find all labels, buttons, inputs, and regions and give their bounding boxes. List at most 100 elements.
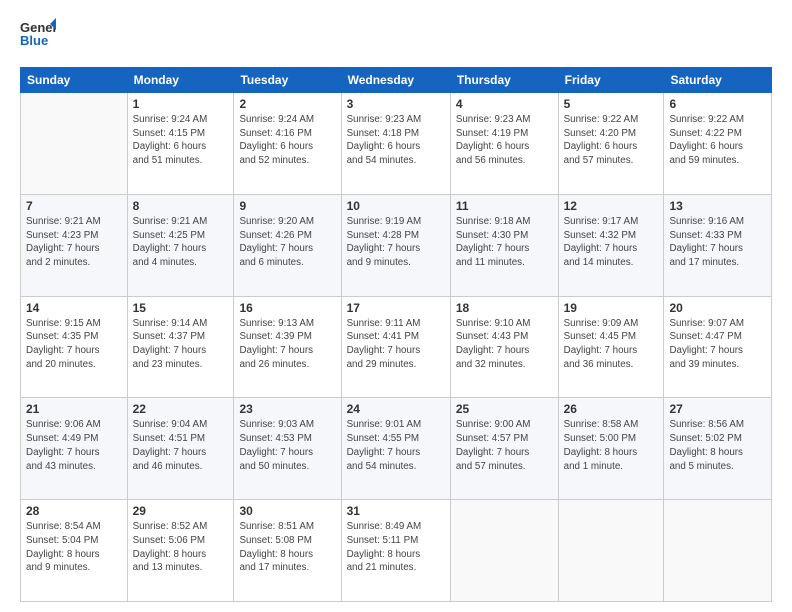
- day-number: 20: [669, 301, 766, 315]
- day-info: Sunrise: 9:14 AMSunset: 4:37 PMDaylight:…: [133, 317, 229, 372]
- day-info: Sunrise: 9:20 AMSunset: 4:26 PMDaylight:…: [239, 215, 335, 270]
- day-number: 26: [564, 402, 659, 416]
- day-info: Sunrise: 9:16 AMSunset: 4:33 PMDaylight:…: [669, 215, 766, 270]
- day-cell: [450, 500, 558, 602]
- day-cell: 17 Sunrise: 9:11 AMSunset: 4:41 PMDayligh…: [341, 296, 450, 398]
- day-number: 14: [26, 301, 122, 315]
- week-row-3: 14 Sunrise: 9:15 AMSunset: 4:35 PMDayligh…: [21, 296, 772, 398]
- weekday-header-thursday: Thursday: [450, 68, 558, 93]
- day-cell: 28 Sunrise: 8:54 AMSunset: 5:04 PMDayligh…: [21, 500, 128, 602]
- day-info: Sunrise: 9:23 AMSunset: 4:19 PMDaylight:…: [456, 113, 553, 168]
- day-info: Sunrise: 9:03 AMSunset: 4:53 PMDaylight:…: [239, 418, 335, 473]
- day-cell: 9 Sunrise: 9:20 AMSunset: 4:26 PMDaylight…: [234, 194, 341, 296]
- day-number: 18: [456, 301, 553, 315]
- day-info: Sunrise: 8:52 AMSunset: 5:06 PMDaylight:…: [133, 520, 229, 575]
- day-cell: [664, 500, 772, 602]
- day-cell: [558, 500, 664, 602]
- day-info: Sunrise: 9:07 AMSunset: 4:47 PMDaylight:…: [669, 317, 766, 372]
- day-info: Sunrise: 9:24 AMSunset: 4:15 PMDaylight:…: [133, 113, 229, 168]
- day-number: 31: [347, 504, 445, 518]
- logo-icon: General Blue: [20, 16, 56, 57]
- calendar-table: SundayMondayTuesdayWednesdayThursdayFrid…: [20, 67, 772, 602]
- day-info: Sunrise: 8:58 AMSunset: 5:00 PMDaylight:…: [564, 418, 659, 473]
- day-number: 3: [347, 97, 445, 111]
- day-info: Sunrise: 9:24 AMSunset: 4:16 PMDaylight:…: [239, 113, 335, 168]
- day-number: 11: [456, 199, 553, 213]
- day-cell: 14 Sunrise: 9:15 AMSunset: 4:35 PMDayligh…: [21, 296, 128, 398]
- day-info: Sunrise: 9:22 AMSunset: 4:20 PMDaylight:…: [564, 113, 659, 168]
- day-info: Sunrise: 9:21 AMSunset: 4:25 PMDaylight:…: [133, 215, 229, 270]
- day-cell: 30Sunrise: 8:51 AMSunset: 5:08 PMDayligh…: [234, 500, 341, 602]
- week-row-5: 28 Sunrise: 8:54 AMSunset: 5:04 PMDayligh…: [21, 500, 772, 602]
- day-info: Sunrise: 9:09 AMSunset: 4:45 PMDaylight:…: [564, 317, 659, 372]
- day-cell: 3 Sunrise: 9:23 AMSunset: 4:18 PMDaylight…: [341, 93, 450, 195]
- svg-text:Blue: Blue: [20, 33, 48, 48]
- day-number: 17: [347, 301, 445, 315]
- day-cell: 13 Sunrise: 9:16 AMSunset: 4:33 PMDayligh…: [664, 194, 772, 296]
- day-number: 8: [133, 199, 229, 213]
- day-cell: 7Sunrise: 9:21 AMSunset: 4:23 PMDaylight…: [21, 194, 128, 296]
- weekday-header-tuesday: Tuesday: [234, 68, 341, 93]
- day-cell: [21, 93, 128, 195]
- weekday-header-sunday: Sunday: [21, 68, 128, 93]
- week-row-1: 1Sunrise: 9:24 AMSunset: 4:15 PMDaylight…: [21, 93, 772, 195]
- week-row-2: 7Sunrise: 9:21 AMSunset: 4:23 PMDaylight…: [21, 194, 772, 296]
- day-cell: 11 Sunrise: 9:18 AMSunset: 4:30 PMDayligh…: [450, 194, 558, 296]
- day-cell: 27 Sunrise: 8:56 AMSunset: 5:02 PMDayligh…: [664, 398, 772, 500]
- day-number: 16: [239, 301, 335, 315]
- day-cell: 25 Sunrise: 9:00 AMSunset: 4:57 PMDayligh…: [450, 398, 558, 500]
- day-number: 30: [239, 504, 335, 518]
- day-cell: 24Sunrise: 9:01 AMSunset: 4:55 PMDayligh…: [341, 398, 450, 500]
- day-cell: 8 Sunrise: 9:21 AMSunset: 4:25 PMDaylight…: [127, 194, 234, 296]
- day-info: Sunrise: 9:18 AMSunset: 4:30 PMDaylight:…: [456, 215, 553, 270]
- day-number: 25: [456, 402, 553, 416]
- day-number: 29: [133, 504, 229, 518]
- day-cell: 29 Sunrise: 8:52 AMSunset: 5:06 PMDayligh…: [127, 500, 234, 602]
- day-cell: 1Sunrise: 9:24 AMSunset: 4:15 PMDaylight…: [127, 93, 234, 195]
- day-info: Sunrise: 9:22 AMSunset: 4:22 PMDaylight:…: [669, 113, 766, 168]
- logo: General Blue: [20, 16, 56, 57]
- day-info: Sunrise: 9:01 AMSunset: 4:55 PMDaylight:…: [347, 418, 445, 473]
- day-cell: 31Sunrise: 8:49 AMSunset: 5:11 PMDayligh…: [341, 500, 450, 602]
- day-number: 21: [26, 402, 122, 416]
- day-number: 10: [347, 199, 445, 213]
- day-info: Sunrise: 9:15 AMSunset: 4:35 PMDaylight:…: [26, 317, 122, 372]
- day-number: 27: [669, 402, 766, 416]
- day-number: 4: [456, 97, 553, 111]
- day-info: Sunrise: 9:10 AMSunset: 4:43 PMDaylight:…: [456, 317, 553, 372]
- day-info: Sunrise: 8:54 AMSunset: 5:04 PMDaylight:…: [26, 520, 122, 575]
- day-info: Sunrise: 9:23 AMSunset: 4:18 PMDaylight:…: [347, 113, 445, 168]
- day-info: Sunrise: 9:04 AMSunset: 4:51 PMDaylight:…: [133, 418, 229, 473]
- day-cell: 15Sunrise: 9:14 AMSunset: 4:37 PMDayligh…: [127, 296, 234, 398]
- weekday-header-wednesday: Wednesday: [341, 68, 450, 93]
- day-cell: 22 Sunrise: 9:04 AMSunset: 4:51 PMDayligh…: [127, 398, 234, 500]
- day-cell: 21Sunrise: 9:06 AMSunset: 4:49 PMDayligh…: [21, 398, 128, 500]
- weekday-header-friday: Friday: [558, 68, 664, 93]
- day-info: Sunrise: 9:17 AMSunset: 4:32 PMDaylight:…: [564, 215, 659, 270]
- day-cell: 26 Sunrise: 8:58 AMSunset: 5:00 PMDayligh…: [558, 398, 664, 500]
- day-info: Sunrise: 9:00 AMSunset: 4:57 PMDaylight:…: [456, 418, 553, 473]
- day-number: 9: [239, 199, 335, 213]
- weekday-header-row: SundayMondayTuesdayWednesdayThursdayFrid…: [21, 68, 772, 93]
- day-info: Sunrise: 9:13 AMSunset: 4:39 PMDaylight:…: [239, 317, 335, 372]
- day-cell: 16 Sunrise: 9:13 AMSunset: 4:39 PMDayligh…: [234, 296, 341, 398]
- day-number: 5: [564, 97, 659, 111]
- day-info: Sunrise: 8:56 AMSunset: 5:02 PMDaylight:…: [669, 418, 766, 473]
- day-number: 13: [669, 199, 766, 213]
- day-cell: 20 Sunrise: 9:07 AMSunset: 4:47 PMDayligh…: [664, 296, 772, 398]
- day-cell: 19Sunrise: 9:09 AMSunset: 4:45 PMDayligh…: [558, 296, 664, 398]
- day-cell: 4 Sunrise: 9:23 AMSunset: 4:19 PMDaylight…: [450, 93, 558, 195]
- page: General Blue SundayMondayTuesdayWednesda…: [0, 0, 792, 612]
- header: General Blue: [20, 16, 772, 57]
- day-info: Sunrise: 9:11 AMSunset: 4:41 PMDaylight:…: [347, 317, 445, 372]
- day-cell: 12Sunrise: 9:17 AMSunset: 4:32 PMDayligh…: [558, 194, 664, 296]
- week-row-4: 21Sunrise: 9:06 AMSunset: 4:49 PMDayligh…: [21, 398, 772, 500]
- weekday-header-saturday: Saturday: [664, 68, 772, 93]
- day-info: Sunrise: 9:21 AMSunset: 4:23 PMDaylight:…: [26, 215, 122, 270]
- day-cell: 6 Sunrise: 9:22 AMSunset: 4:22 PMDaylight…: [664, 93, 772, 195]
- day-number: 28: [26, 504, 122, 518]
- day-number: 6: [669, 97, 766, 111]
- day-number: 22: [133, 402, 229, 416]
- day-cell: 23Sunrise: 9:03 AMSunset: 4:53 PMDayligh…: [234, 398, 341, 500]
- day-info: Sunrise: 9:19 AMSunset: 4:28 PMDaylight:…: [347, 215, 445, 270]
